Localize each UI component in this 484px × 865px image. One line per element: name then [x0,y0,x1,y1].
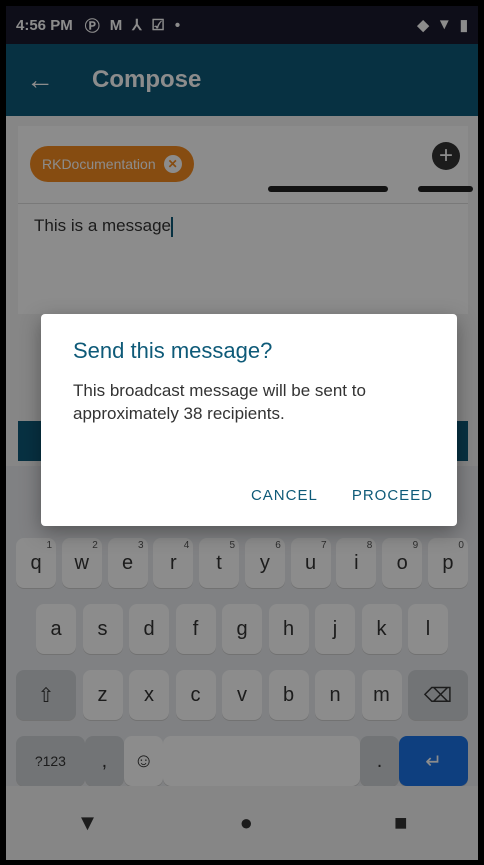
dialog-body: This broadcast message will be sent to a… [73,381,366,423]
phone-screen: 4:56 PM Ⓟ M ⅄ ☑ • ◆ ▼ ▮ ← Compose RKDocu… [6,6,478,860]
cancel-button[interactable]: CANCEL [251,487,318,504]
proceed-button[interactable]: PROCEED [352,487,433,504]
confirm-dialog: Send this message? This broadcast messag… [41,314,457,526]
dialog-title: Send this message? [73,338,273,363]
dialog-actions: CANCEL PROCEED [251,487,433,504]
